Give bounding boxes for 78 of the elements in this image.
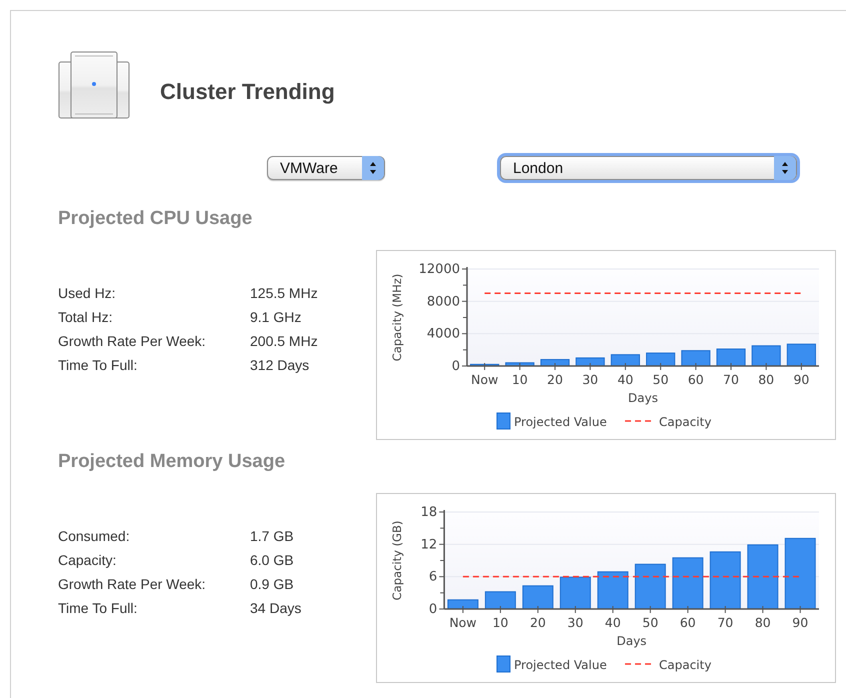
x-tick-label: 10 <box>512 372 528 387</box>
x-tick-label: 80 <box>754 615 771 630</box>
stat-label: Time To Full: <box>58 599 138 617</box>
stepper-icon <box>774 156 796 180</box>
x-tick-label: 50 <box>642 615 658 630</box>
stat-label: Growth Rate Per Week: <box>58 575 207 593</box>
x-tick-label: 40 <box>617 372 634 387</box>
x-tick-label: 20 <box>547 372 563 387</box>
x-tick-label: 30 <box>582 372 598 387</box>
y-tick-label: 8000 <box>426 294 460 310</box>
stat-label: Consumed: <box>58 527 131 545</box>
bar <box>610 354 640 366</box>
section-heading: Projected CPU Usage <box>58 208 254 230</box>
stat-value: 34 Days <box>250 599 302 617</box>
y-tick-label: 18 <box>420 505 438 520</box>
x-tick-label: Now <box>470 372 498 387</box>
y-tick-label: 12000 <box>418 262 460 277</box>
bar <box>560 576 591 610</box>
stat-value: 312 Days <box>250 356 310 374</box>
x-tick-label: 30 <box>567 615 584 630</box>
y-tick-label: 4000 <box>426 326 460 342</box>
x-tick-label: 50 <box>652 372 669 387</box>
y-axis-title: Capacity (GB) <box>390 520 404 600</box>
x-tick-label: 70 <box>717 615 734 630</box>
legend-label: Projected Value <box>514 658 607 672</box>
bar <box>786 344 816 366</box>
bar <box>646 352 676 366</box>
x-tick-label: 10 <box>492 615 508 630</box>
x-tick-label: 40 <box>604 615 621 630</box>
bar <box>672 557 704 610</box>
bar <box>681 350 710 366</box>
stat-label: Capacity: <box>58 551 118 569</box>
x-tick-label: Now <box>449 615 477 630</box>
dropdown-select[interactable]: VMWare <box>267 156 385 180</box>
y-axis-title: Capacity (MHz) <box>390 274 404 362</box>
bar <box>716 348 746 366</box>
x-tick-label: 80 <box>758 372 774 387</box>
x-tick-label: 60 <box>680 615 696 630</box>
bar <box>784 538 816 610</box>
stat-value: 1.7 GB <box>250 527 295 545</box>
x-axis-title: Days <box>628 391 658 405</box>
stat-label: Growth Rate Per Week: <box>58 332 207 350</box>
y-tick-label: 12 <box>420 537 438 552</box>
x-axis-title: Days <box>616 634 647 648</box>
stat-value: 6.0 GB <box>250 551 295 569</box>
dropdown-select[interactable]: London <box>500 156 797 180</box>
bar <box>447 599 478 610</box>
x-tick-label: 70 <box>723 372 739 387</box>
section-heading: Projected Memory Usage <box>58 451 286 473</box>
bar <box>484 591 516 610</box>
bar <box>747 544 778 610</box>
bar <box>752 345 781 366</box>
bar <box>470 364 500 366</box>
bar <box>597 571 628 610</box>
stepper-icon <box>362 156 384 180</box>
x-tick-label: 90 <box>793 372 810 387</box>
x-tick-label: 20 <box>530 615 546 630</box>
stat-value: 125.5 MHz <box>250 284 319 302</box>
x-tick-label: 90 <box>792 615 808 630</box>
stat-label: Total Hz: <box>58 308 114 326</box>
y-tick-label: 6 <box>428 570 438 585</box>
page-title: Cluster Trending <box>160 79 335 105</box>
legend-label: Capacity <box>659 658 712 672</box>
bar <box>634 564 666 610</box>
stat-value: 9.1 GHz <box>250 308 302 326</box>
stat-value: 0.9 GB <box>250 575 295 593</box>
bar <box>505 362 534 366</box>
stat-value: 200.5 MHz <box>250 332 319 350</box>
server-icon <box>58 51 130 119</box>
x-tick-label: 60 <box>688 372 704 387</box>
legend-label: Projected Value <box>514 415 607 429</box>
stat-label: Used Hz: <box>58 284 117 302</box>
bar <box>710 551 741 610</box>
bar <box>522 585 554 610</box>
y-tick-label: 0 <box>452 359 460 374</box>
stat-label: Time To Full: <box>58 356 138 374</box>
y-tick-label: 0 <box>428 602 438 617</box>
legend-label: Capacity <box>659 415 712 429</box>
